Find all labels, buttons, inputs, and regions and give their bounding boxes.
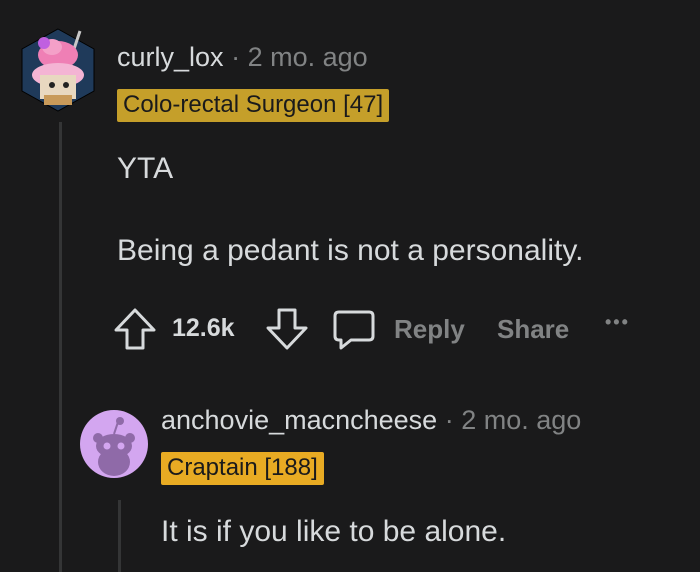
ice-cream-avatar-icon [21, 28, 95, 112]
comment-paragraph: It is if you like to be alone. [161, 515, 507, 548]
username[interactable]: anchovie_macncheese [161, 405, 437, 435]
avatar[interactable] [18, 25, 98, 115]
comment-bubble-icon [333, 310, 375, 350]
downvote-icon[interactable] [264, 306, 310, 357]
comment-paragraph: Being a pedant is not a personality. [117, 234, 584, 267]
reply-button[interactable]: Reply [331, 306, 481, 352]
username[interactable]: curly_lox [117, 42, 224, 72]
comment-header: curly_lox · 2 mo. ago [117, 42, 368, 73]
comment-paragraph: YTA [117, 152, 174, 185]
reply-label: Reply [394, 314, 465, 344]
thread-line-reply[interactable] [118, 500, 121, 572]
upvote-icon[interactable] [112, 306, 158, 357]
separator-dot: · [231, 42, 241, 72]
separator-dot: · [444, 405, 454, 435]
user-flair: Craptain [188] [161, 452, 324, 485]
timestamp[interactable]: 2 mo. ago [248, 42, 368, 72]
thread-line-main[interactable] [59, 122, 62, 572]
vote-score: 12.6k [172, 314, 235, 342]
more-options-button[interactable]: ••• [605, 312, 630, 333]
user-flair: Colo-rectal Surgeon [47] [117, 89, 390, 122]
snoo-avatar-icon [80, 410, 148, 478]
timestamp[interactable]: 2 mo. ago [461, 405, 581, 435]
avatar[interactable] [80, 410, 148, 478]
share-button[interactable]: Share [497, 314, 569, 345]
comment-header: anchovie_macncheese · 2 mo. ago [161, 405, 581, 436]
